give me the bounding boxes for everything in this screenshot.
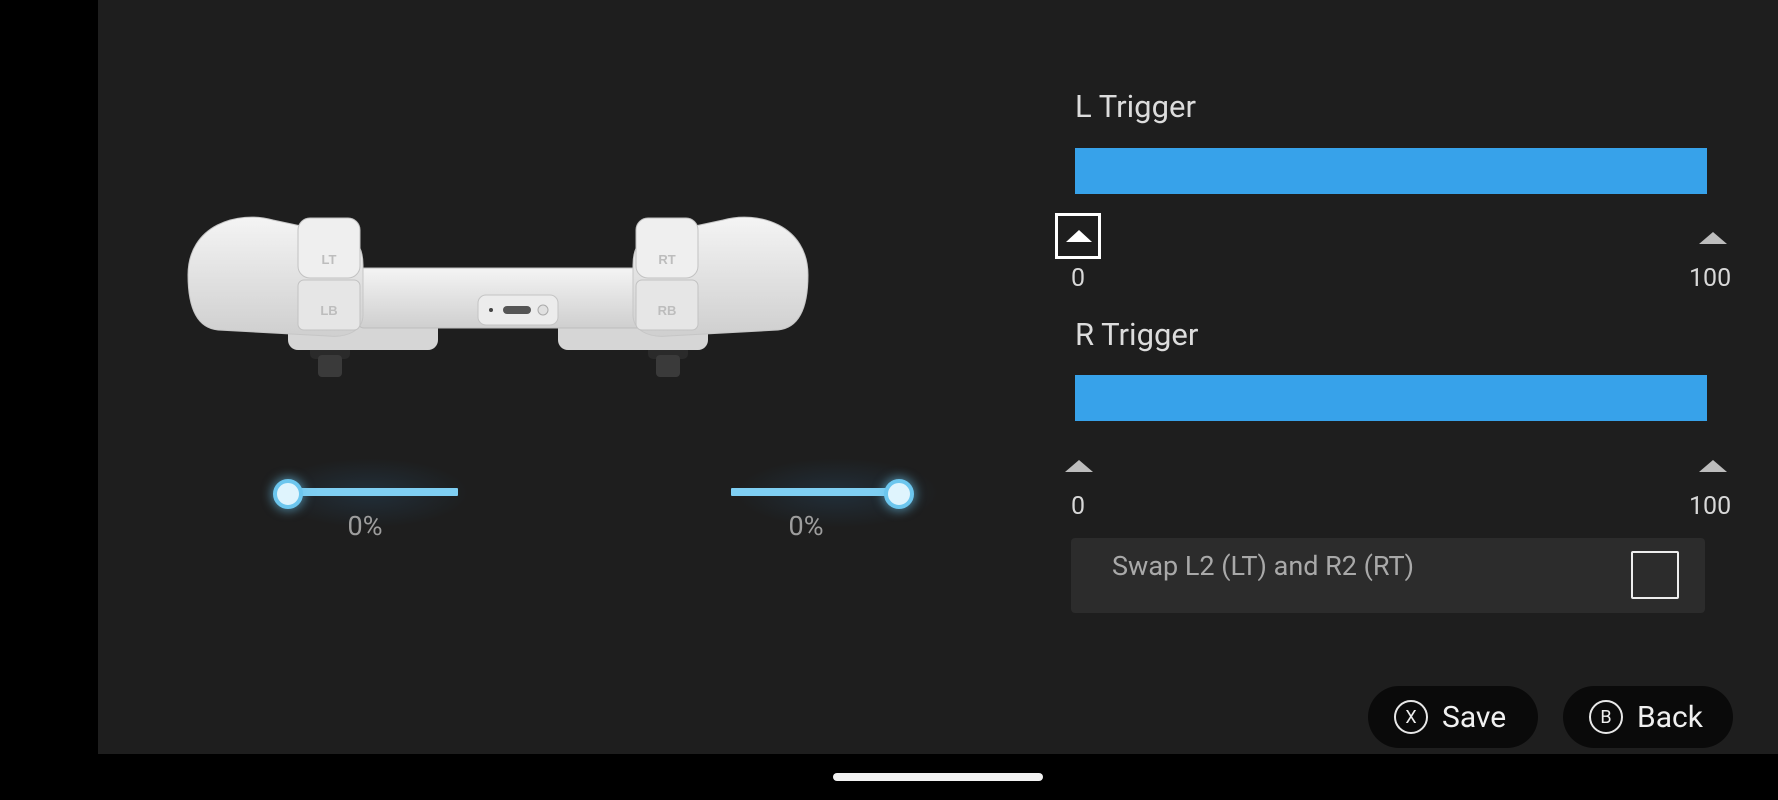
l-trigger-max-label: 100 — [1689, 264, 1732, 293]
l-trigger-min-label: 0 — [1071, 264, 1086, 293]
l-trigger-max-handle[interactable] — [1699, 232, 1727, 244]
lb-label: LB — [320, 303, 337, 318]
left-trigger-preview-knob — [273, 479, 303, 509]
back-button[interactable]: B Back — [1563, 686, 1733, 748]
home-indicator[interactable] — [833, 773, 1043, 781]
back-button-label: Back — [1637, 699, 1703, 735]
right-trigger-preview-track — [731, 488, 901, 496]
caret-up-icon — [1066, 230, 1092, 242]
controller-top-view-image: LT LB RT RB — [187, 216, 809, 377]
save-button[interactable]: X Save — [1368, 686, 1538, 748]
save-button-label: Save — [1442, 699, 1507, 735]
r-trigger-min-label: 0 — [1071, 492, 1086, 521]
r-trigger-range-bar[interactable] — [1075, 375, 1707, 421]
right-trigger-preview-percent: 0% — [788, 510, 824, 542]
rb-label: RB — [658, 303, 677, 318]
left-trigger-preview-percent: 0% — [347, 510, 383, 542]
l-trigger-title: L Trigger — [1075, 88, 1196, 125]
x-button-icon: X — [1394, 700, 1428, 734]
l-trigger-range-bar[interactable] — [1075, 148, 1707, 194]
b-button-icon: B — [1589, 700, 1623, 734]
swap-triggers-option[interactable]: Swap L2 (LT) and R2 (RT) — [1071, 538, 1705, 613]
r-trigger-max-label: 100 — [1689, 492, 1732, 521]
rt-label: RT — [658, 252, 675, 267]
r-trigger-title: R Trigger — [1075, 316, 1199, 353]
l-trigger-min-handle[interactable] — [1055, 213, 1101, 259]
lt-label: LT — [322, 252, 337, 267]
left-trigger-preview-track — [278, 488, 458, 496]
r-trigger-max-handle[interactable] — [1699, 460, 1727, 472]
swap-triggers-checkbox[interactable] — [1631, 551, 1679, 599]
swap-triggers-label: Swap L2 (LT) and R2 (RT) — [1112, 550, 1415, 582]
r-trigger-min-handle[interactable] — [1065, 460, 1093, 472]
right-trigger-preview-knob — [884, 479, 914, 509]
